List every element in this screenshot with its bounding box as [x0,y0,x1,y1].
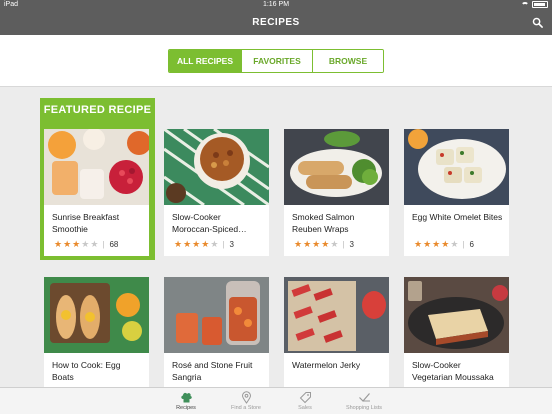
divider: | [222,240,225,249]
recipe-photo [284,277,389,353]
tab-label: Shopping Lists [345,405,383,411]
recipe-photo [44,277,149,353]
recipe-title: How to Cook: Egg Boats [52,360,121,382]
star-icon: ★ [432,239,441,249]
divider: | [462,240,465,249]
recipe-rating: ★ ★ ★ ★ ★ | 3 [174,239,234,250]
price-tag-icon [299,392,311,404]
recipe-photo [404,277,509,353]
divider: | [102,240,105,249]
map-pin-icon [241,391,251,404]
recipe-card-watermelon-jerky[interactable]: Watermelon Jerky [284,277,389,387]
star-icon: ★ [90,239,99,249]
divider: | [342,240,345,249]
star-icon: ★ [192,239,201,249]
recipe-title: Rosé and Stone Fruit Sangria [172,360,253,382]
recipe-photo [44,129,149,205]
status-bar: iPad 1:16 PM [0,0,552,11]
recipe-rating: ★ ★ ★ ★ ★ | 6 [414,239,474,250]
recipe-photo [164,129,269,205]
recipe-photo [284,129,389,205]
recipe-title: Smoked Salmon Reuben Wraps [292,212,355,234]
recipe-title: Slow-Cooker Vegetarian Moussaka [412,360,494,382]
star-icon: ★ [183,239,192,249]
star-icon: ★ [441,239,450,249]
battery-icon [532,1,548,8]
checklist-icon [358,393,370,402]
recipe-card-egg-boats[interactable]: How to Cook: Egg Boats [44,277,149,387]
tab-shopping-lists[interactable]: Shopping Lists [329,388,399,414]
star-icon: ★ [450,239,459,249]
search-icon[interactable] [532,17,543,28]
star-icon: ★ [303,239,312,249]
segment-browse[interactable]: BROWSE [312,50,383,72]
star-icon: ★ [423,239,432,249]
recipe-rating: ★ ★ ★ ★ ★ | 68 [54,239,119,250]
recipe-card-vegetarian-moussaka[interactable]: Slow-Cooker Vegetarian Moussaka [404,277,509,387]
segment-all-recipes[interactable]: ALL RECIPES [169,50,241,72]
star-icon: ★ [414,239,423,249]
wifi-icon [521,1,529,8]
recipe-card-rose-sangria[interactable]: Rosé and Stone Fruit Sangria [164,277,269,387]
recipe-card-egg-white-omelet-bites[interactable]: Egg White Omelet Bites ★ ★ ★ ★ ★ | 6 [404,129,509,256]
rating-count: 3 [349,240,354,249]
rating-count: 68 [109,240,119,249]
rating-count: 3 [229,240,234,249]
segment-favorites[interactable]: FAVORITES [241,50,312,72]
recipe-card-sunrise-breakfast-smoothie[interactable]: Sunrise Breakfast Smoothie ★ ★ ★ ★ ★ | 68 [44,129,149,256]
star-icon: ★ [201,239,210,249]
filter-bar: ALL RECIPES FAVORITES BROWSE [0,35,552,87]
star-icon: ★ [54,239,63,249]
star-icon: ★ [210,239,219,249]
recipe-photo [404,129,509,205]
star-icon: ★ [321,239,330,249]
clock: 1:16 PM [262,1,290,8]
recipe-filter-segmented-control: ALL RECIPES FAVORITES BROWSE [168,49,384,73]
tab-bar: Recipes Find a Store Sales Shopping List… [0,387,552,414]
recipe-photo [164,277,269,353]
star-icon: ★ [330,239,339,249]
recipe-title: Slow-Cooker Moroccan-Spiced… [172,212,247,234]
star-icon: ★ [312,239,321,249]
star-icon: ★ [72,239,81,249]
nav-bar: RECIPES [0,11,552,35]
recipe-rating: ★ ★ ★ ★ ★ | 3 [294,239,354,250]
page-title: RECIPES [252,17,300,28]
rating-count: 6 [469,240,474,249]
recipe-title: Egg White Omelet Bites [412,212,503,222]
recipe-card-moroccan-spiced[interactable]: Slow-Cooker Moroccan-Spiced… ★ ★ ★ ★ ★ | 3 [164,129,269,256]
featured-recipe-label: FEATURED RECIPE [43,104,152,116]
status-icons [521,1,548,8]
chef-hat-icon [180,392,192,403]
star-icon: ★ [294,239,303,249]
recipe-title: Sunrise Breakfast Smoothie [52,212,120,234]
star-icon: ★ [63,239,72,249]
star-icon: ★ [81,239,90,249]
star-icon: ★ [174,239,183,249]
recipe-card-smoked-salmon-wraps[interactable]: Smoked Salmon Reuben Wraps ★ ★ ★ ★ ★ | 3 [284,129,389,256]
recipe-title: Watermelon Jerky [292,360,361,370]
